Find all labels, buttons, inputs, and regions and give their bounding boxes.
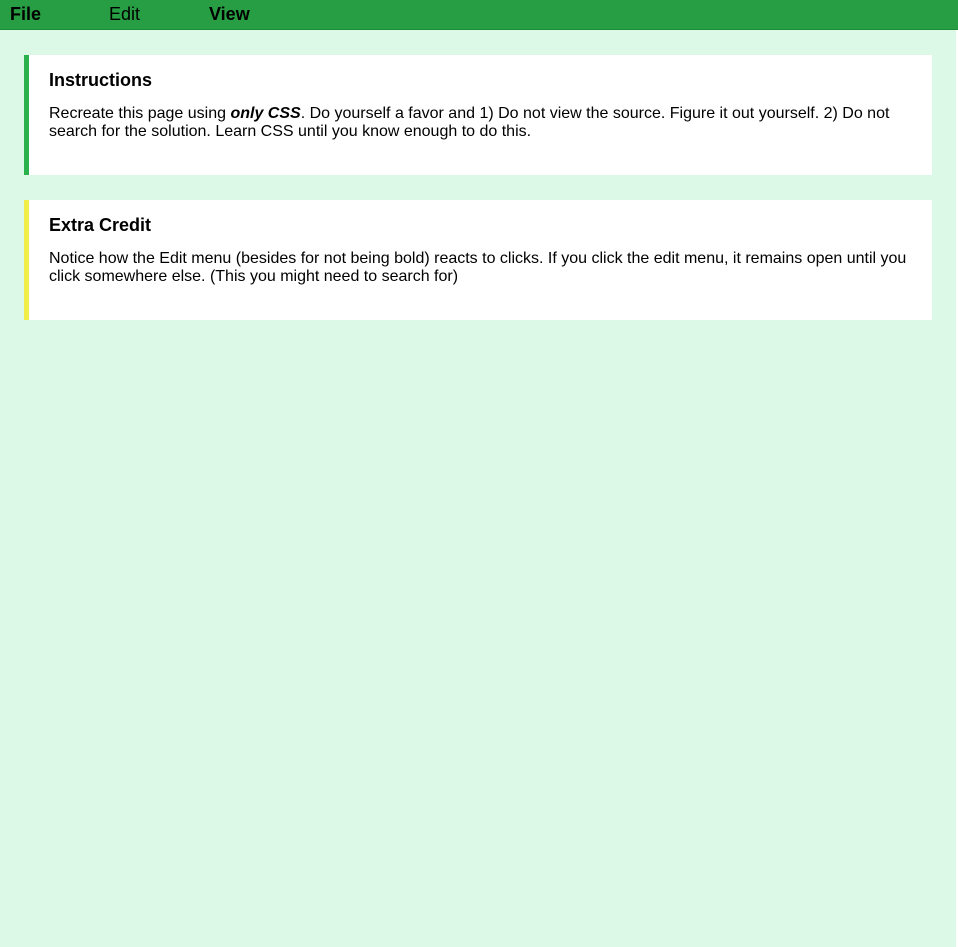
instructions-text-before: Recreate this page using (49, 105, 231, 122)
extra-credit-card: Extra Credit Notice how the Edit menu (b… (24, 200, 932, 320)
menu-view[interactable]: View (209, 0, 250, 30)
instructions-title: Instructions (49, 70, 153, 90)
menu-edit[interactable]: Edit (109, 0, 140, 30)
menu-file[interactable]: File (10, 0, 41, 30)
extra-credit-text: Notice how the Edit menu (besides for no… (49, 250, 907, 285)
instructions-emphasis: only CSS (230, 105, 301, 122)
instructions-card: Instructions Recreate this page using on… (24, 55, 932, 175)
instructions-text: Recreate this page using only CSS. Do yo… (49, 105, 916, 141)
menu-bar: File Edit View (0, 0, 958, 30)
extra-credit-title: Extra Credit (49, 215, 152, 235)
